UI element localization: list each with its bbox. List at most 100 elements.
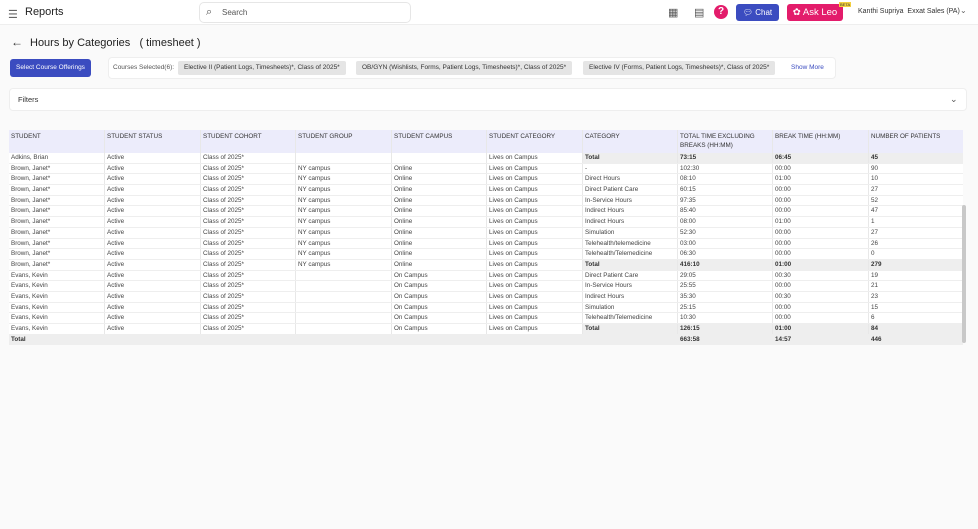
table-cell: Indirect Hours [583,206,678,217]
table-cell [296,302,392,313]
table-cell: 45 [869,153,963,163]
table-cell: Brown, Janet* [9,206,105,217]
ask-leo-button[interactable]: ✿ Ask Leo [787,4,843,21]
search-input[interactable]: ⌕ Search [199,2,411,23]
table-row: Evans, Kevin Active Class of 2025* On Campu… [9,313,963,324]
table-cell: 00:30 [773,291,869,302]
total-cell [105,335,201,345]
table-cell: NY campus [296,163,392,174]
table-cell: Evans, Kevin [9,302,105,313]
table-cell: Active [105,238,201,249]
table-cell: 06:30 [678,249,773,259]
search-icon: ⌕ [206,6,213,18]
table-cell [296,324,392,334]
table-cell [296,313,392,323]
table-row: Brown, Janet* Active Class of 2025* NY camp… [9,185,963,196]
table-cell: Online [392,238,487,249]
table-cell: NY campus [296,195,392,206]
table-cell: On Campus [392,281,487,291]
table-cell: 06:45 [773,153,869,163]
table-cell: Active [105,281,201,291]
table-cell: Total [583,259,678,270]
table-cell: 00:00 [773,227,869,238]
chat-button[interactable]: 💬︎ Chat [736,4,779,21]
select-course-offerings-button[interactable]: Select Course Offerings [10,59,91,77]
table-cell: 01:00 [773,259,869,270]
subtotal-row: Evans, Kevin Active Class of 2025* On Campu… [9,324,963,335]
table-header-row: STUDENT STUDENT STATUS STUDENT COHORT STUDE… [9,130,963,153]
table-cell: Class of 2025* [201,217,296,227]
table-cell: 47 [871,207,879,215]
table-cell: Online [392,195,487,206]
table-cell: Active [105,270,201,281]
course-chip[interactable]: Elective II (Patient Logs, Timesheets)*,… [178,61,346,75]
table-cell: On Campus [392,324,487,334]
table-cell: Simulation [583,302,678,313]
table-cell: Total [583,324,678,334]
table-cell: Active [105,174,201,185]
table-cell: 00:00 [773,302,869,313]
total-cell [487,335,583,345]
course-chip[interactable]: OB/GYN (Wishlists, Forms, Patient Logs, … [356,61,573,75]
total-cell [296,335,392,345]
table-cell: 08:10 [678,174,773,185]
table-row: Evans, Kevin Active Class of 2025* On Campu… [9,302,963,314]
table-cell: 10 [871,175,879,183]
table-cell: 00:00 [773,185,869,195]
table-cell: Lives on Campus [487,324,583,334]
table-cell: Brown, Janet* [9,227,105,238]
table-cell: Total [583,153,678,163]
page-title: Hours by Categories ( timesheet ) [30,37,201,49]
table-scrollbar[interactable] [962,205,966,343]
table-cell: 27 [871,186,879,194]
table-cell: Telehealth/Telemedicine [583,249,678,259]
table-cell: NY campus [296,227,392,238]
show-more-link[interactable]: Show More [791,64,824,71]
table-cell: Active [105,153,201,163]
filters-panel[interactable] [9,88,967,111]
chevron-down-icon[interactable]: ⌄ [960,6,967,15]
table-cell: Active [105,291,201,302]
beta-badge: BETA [839,2,852,7]
table-cell: 84 [869,324,963,334]
table-cell: Active [105,259,201,270]
table-row: Brown, Janet* Active Class of 2025* NY camp… [9,195,963,207]
table-cell: 00:00 [773,313,869,323]
help-icon[interactable]: ? [714,5,728,19]
table-cell: Lives on Campus [487,291,583,302]
column-header: BREAK TIME (HH:MM) [773,130,869,153]
table-cell: Class of 2025* [201,195,296,206]
table-cell: Class of 2025* [201,302,296,313]
table-row: Brown, Janet* Active Class of 2025* NY camp… [9,206,963,218]
course-chip[interactable]: Elective IV (Forms, Patient Logs, Timesh… [583,61,776,75]
table-cell: 03:00 [678,238,773,249]
table-cell: Adkins, Brian [9,153,105,163]
document-icon[interactable]: ▤ [694,6,704,19]
table-row: Evans, Kevin Active Class of 2025* On Campu… [9,270,963,282]
hamburger-menu-icon[interactable]: ☰ [8,8,18,21]
table-cell: Class of 2025* [201,238,296,249]
table-cell: Brown, Janet* [9,163,105,174]
table-row: Brown, Janet* Active Class of 2025* NY camp… [9,227,963,239]
table-cell: 00:00 [773,281,869,291]
column-header: CATEGORY [583,130,678,153]
table-row: Brown, Janet* Active Class of 2025* NY camp… [9,163,963,175]
apps-grid-icon[interactable]: ▦ [668,6,678,19]
table-cell: Class of 2025* [201,249,296,259]
chevron-down-icon[interactable]: ⌄ [950,94,958,105]
user-menu[interactable]: Kanthi Supriya Exxat Sales (PA) [858,8,960,15]
table-cell: 60:15 [678,185,773,195]
table-cell: Direct Patient Care [583,185,678,195]
table-row: Brown, Janet* Active Class of 2025* NY camp… [9,174,963,186]
table-cell: Online [392,259,487,270]
column-header: NUMBER OF PATIENTS [871,133,941,140]
back-arrow-icon[interactable]: ← [11,35,23,49]
table-cell: Telehealth/Telemedicine [583,313,678,323]
table-cell: Active [105,324,201,334]
table-cell [392,153,487,163]
table-cell: Brown, Janet* [9,238,105,249]
table-cell: 00:00 [773,206,869,217]
table-cell: Lives on Campus [487,227,583,238]
subtotal-row: Brown, Janet* Active Class of 2025* NY camp… [9,259,963,271]
table-cell: Class of 2025* [201,153,296,163]
